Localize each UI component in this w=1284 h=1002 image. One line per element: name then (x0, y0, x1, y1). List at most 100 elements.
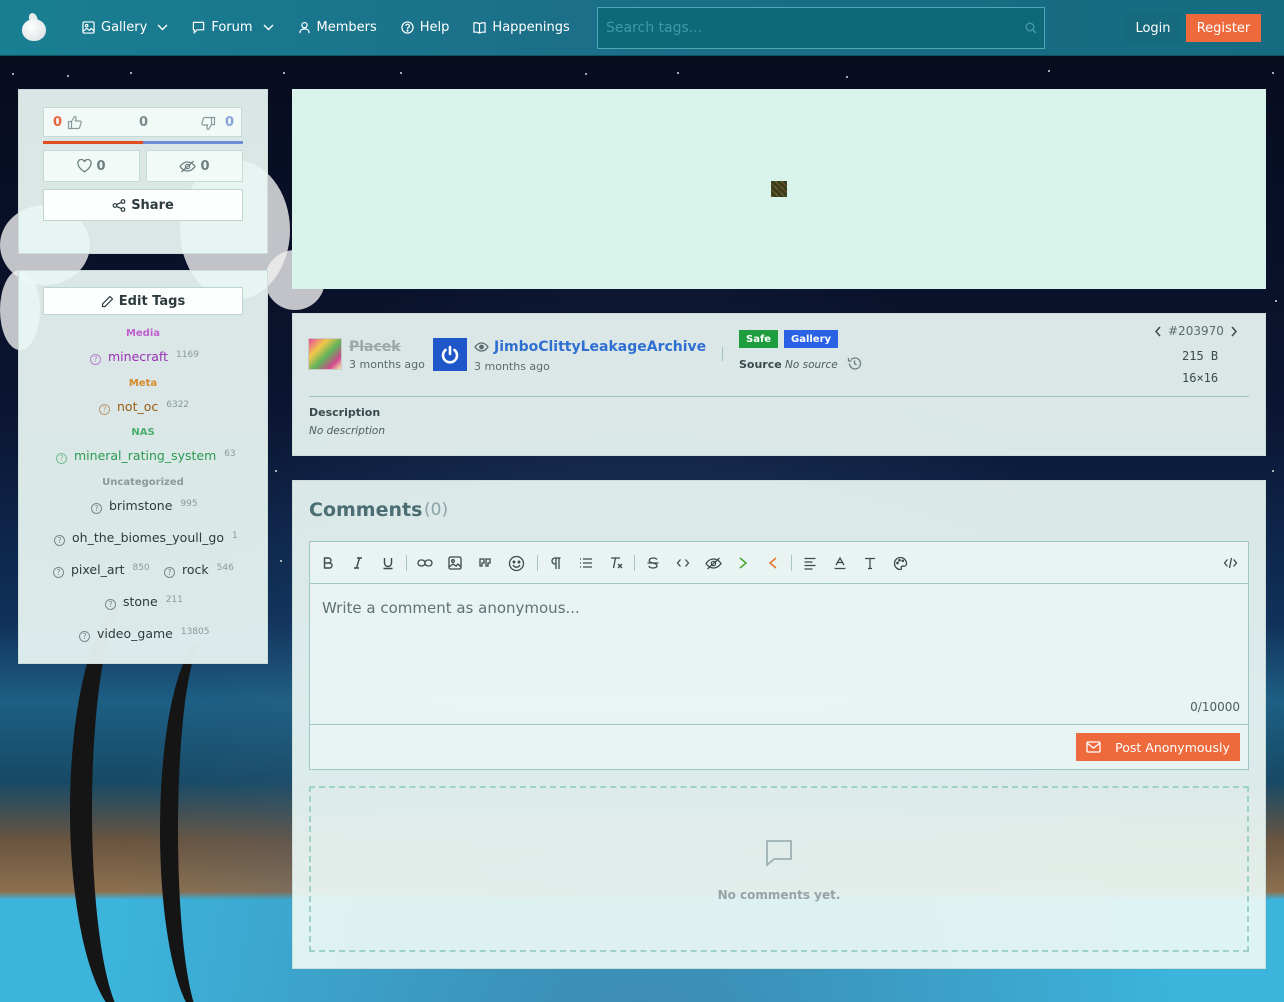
tag-help-icon[interactable]: ? (79, 631, 90, 642)
share-button[interactable]: Share (43, 189, 243, 221)
spoiler-icon[interactable] (704, 554, 722, 572)
quote-icon[interactable] (476, 554, 494, 572)
star (280, 560, 282, 562)
source-code-icon[interactable] (1221, 554, 1239, 572)
nav-forum[interactable]: Forum (180, 0, 285, 56)
chat-icon (193, 21, 205, 34)
tag-name[interactable]: brimstone (109, 498, 172, 513)
history-icon[interactable] (847, 356, 862, 375)
thumbs-up-icon[interactable] (67, 115, 83, 130)
palette-icon[interactable] (891, 554, 909, 572)
greentext-icon[interactable] (734, 554, 752, 572)
font-size-icon[interactable] (861, 554, 879, 572)
chevron-right-icon[interactable] (1230, 326, 1238, 337)
nav-happenings[interactable]: Happenings (461, 0, 581, 56)
tag-help-icon[interactable]: ? (164, 567, 175, 578)
tag-stone[interactable]: ? stone 211 (105, 594, 183, 610)
tag-name[interactable]: not_oc (117, 399, 158, 414)
pencil-icon (101, 295, 114, 307)
hide-button[interactable]: 0 (146, 150, 243, 182)
uploader-name[interactable]: Placek (349, 339, 401, 355)
tag-help-icon[interactable]: ? (56, 453, 67, 464)
tag-help-icon[interactable]: ? (99, 404, 110, 415)
tag-name[interactable]: video_game (97, 626, 173, 641)
vote-score: 0 (139, 115, 149, 130)
tag-name[interactable]: minecraft (108, 349, 168, 364)
post-info-panel (292, 313, 1266, 456)
chat-bubble-icon (764, 838, 794, 872)
site-logo[interactable] (18, 11, 48, 43)
chevron-down-icon (263, 24, 274, 31)
nav-happenings-label: Happenings (492, 20, 570, 35)
downvote-count: 0 (224, 115, 234, 130)
uploader-avatar[interactable] (308, 338, 342, 370)
nav-members[interactable]: Members (286, 0, 389, 56)
clear-format-icon[interactable] (607, 554, 625, 572)
chevron-left-icon[interactable] (1154, 326, 1162, 337)
comment-textarea[interactable]: Write a comment as anonymous... 0/10000 (310, 584, 1248, 725)
align-icon[interactable] (801, 554, 819, 572)
tag-count: 6322 (166, 400, 190, 410)
nav-help[interactable]: Help (389, 0, 462, 56)
emoji-icon[interactable] (507, 554, 525, 572)
user-icon (298, 21, 310, 34)
rating-badge[interactable]: Safe (739, 330, 779, 348)
comments-title: Comments (309, 499, 423, 521)
star (585, 73, 587, 75)
tag-not-oc[interactable]: ? not_oc 6322 (99, 399, 190, 415)
bold-icon[interactable] (319, 554, 337, 572)
divider (309, 396, 1249, 397)
tag-minecraft[interactable]: ? minecraft 1169 (90, 349, 199, 365)
tag-pixel-art[interactable]: ? pixel_art 850 (53, 562, 150, 578)
list-icon[interactable] (577, 554, 595, 572)
italic-icon[interactable] (349, 554, 367, 572)
tag-name[interactable]: oh_the_biomes_youll_go (72, 530, 224, 545)
toolbar-separator (791, 555, 792, 571)
approver-name[interactable]: JimboClittyLeakageArchive (494, 339, 706, 355)
tag-oh-the-biomes-youll-go[interactable]: ? oh_the_biomes_youll_go 1 (54, 530, 238, 546)
login-button[interactable]: Login (1124, 13, 1182, 43)
gallery-badge[interactable]: Gallery (784, 330, 839, 348)
vote-box: 0 0 0 (43, 107, 242, 137)
tag-help-icon[interactable]: ? (90, 354, 101, 365)
underline-icon[interactable] (379, 554, 397, 572)
tag-name[interactable]: stone (123, 594, 158, 609)
tag-rock[interactable]: ? rock 546 (164, 562, 234, 578)
paragraph-icon[interactable] (547, 554, 565, 572)
tag-help-icon[interactable]: ? (53, 567, 64, 578)
nav-gallery[interactable]: Gallery (70, 0, 180, 56)
tag-name[interactable]: pixel_art (71, 562, 125, 577)
comment-placeholder: Write a comment as anonymous... (322, 599, 580, 617)
tag-help-icon[interactable]: ? (91, 503, 102, 514)
tag-video-game[interactable]: ? video_game 13805 (79, 626, 210, 642)
approver-avatar[interactable] (433, 338, 467, 371)
search-icon[interactable] (1018, 22, 1044, 34)
search-box (597, 7, 1045, 49)
link-icon[interactable] (416, 554, 434, 572)
tag-help-icon[interactable]: ? (54, 535, 65, 546)
heart-icon (77, 159, 93, 173)
text-color-icon[interactable] (831, 554, 849, 572)
register-button[interactable]: Register (1186, 14, 1261, 42)
tag-mineral-rating-system[interactable]: ? mineral_rating_system 63 (56, 448, 236, 464)
thumbs-down-icon[interactable] (200, 116, 216, 131)
tag-category-media: Media (125, 328, 161, 339)
insert-image-icon[interactable] (446, 554, 464, 572)
tag-help-icon[interactable]: ? (105, 599, 116, 610)
search-input[interactable] (598, 8, 1018, 48)
strikethrough-icon[interactable] (644, 554, 662, 572)
post-image[interactable] (771, 181, 787, 197)
code-icon[interactable] (674, 554, 692, 572)
toolbar-separator (634, 555, 635, 571)
tag-brimstone[interactable]: ? brimstone 995 (91, 498, 198, 514)
divider (722, 347, 723, 361)
chevron-down-icon (157, 24, 168, 31)
post-anonymously-button[interactable]: Post Anonymously (1076, 733, 1240, 761)
tag-name[interactable]: rock (182, 562, 209, 577)
orangetext-icon[interactable] (764, 554, 782, 572)
tag-name[interactable]: mineral_rating_system (74, 448, 216, 463)
image-icon (82, 21, 95, 34)
favorite-button[interactable]: 0 (43, 150, 140, 182)
edit-tags-button[interactable]: Edit Tags (43, 287, 243, 315)
tag-count: 995 (180, 499, 198, 509)
